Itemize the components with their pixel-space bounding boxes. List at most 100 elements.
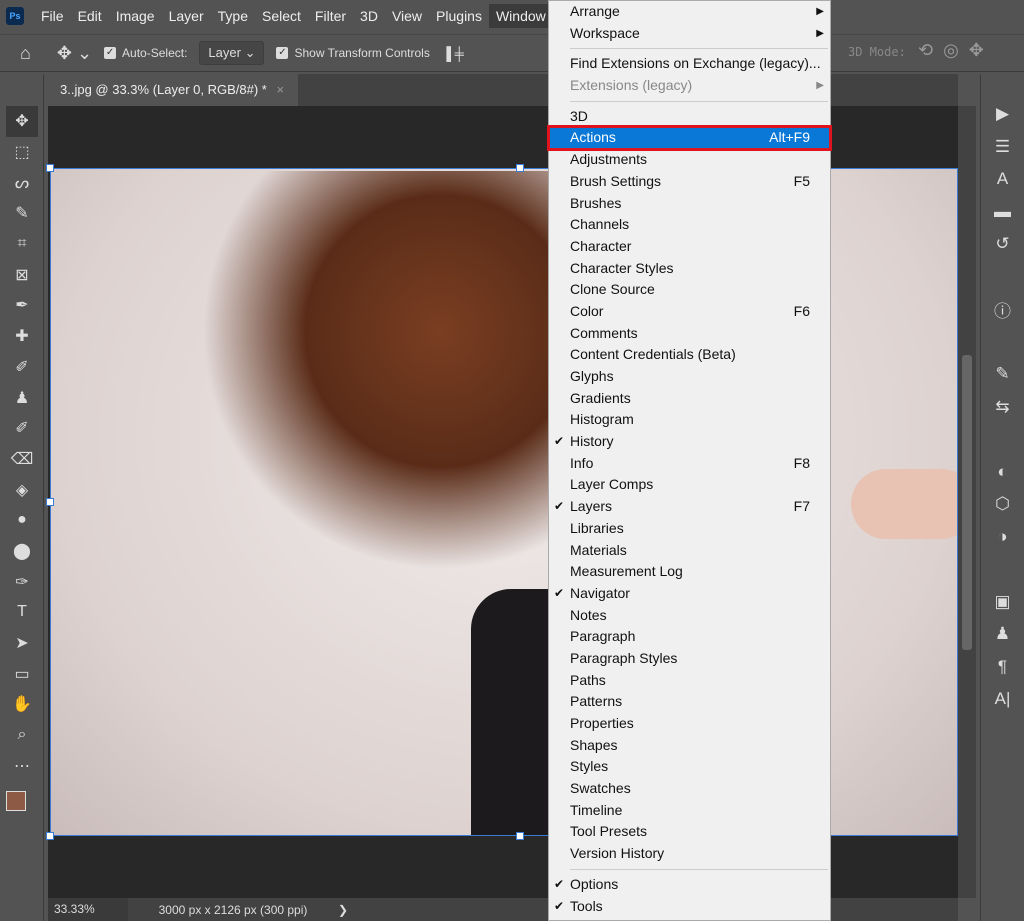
menu-item-color[interactable]: Color F6: [549, 301, 830, 323]
transform-handle[interactable]: [46, 498, 54, 506]
panel-icon-13[interactable]: ◑: [981, 521, 1024, 554]
home-icon[interactable]: ⌂: [20, 43, 31, 64]
menu-item-find-extensions-on-exchange-legacy-[interactable]: Find Extensions on Exchange (legacy)...: [549, 53, 830, 75]
panel-icon-3[interactable]: ▬: [981, 196, 1024, 229]
panel-icon-12[interactable]: ⬡: [981, 488, 1024, 521]
tool-icon-9[interactable]: ♟: [0, 382, 44, 413]
tool-icon-0[interactable]: ✥: [6, 106, 38, 137]
tool-icon-11[interactable]: ⌫: [0, 444, 44, 475]
panel-icon-14[interactable]: [981, 553, 1024, 586]
tool-icon-5[interactable]: ⊠: [0, 259, 44, 290]
tool-icon-17[interactable]: ➤: [0, 628, 44, 659]
menu-item-materials[interactable]: Materials: [549, 540, 830, 562]
panel-icon-9[interactable]: ⇆: [981, 391, 1024, 424]
menu-view[interactable]: View: [385, 4, 429, 28]
menu-type[interactable]: Type: [211, 4, 255, 28]
close-icon[interactable]: ×: [276, 82, 284, 97]
menu-item-navigator[interactable]: ✔ Navigator: [549, 583, 830, 605]
transform-handle[interactable]: [516, 832, 524, 840]
menu-item-brushes[interactable]: Brushes: [549, 193, 830, 215]
panel-icon-2[interactable]: A: [981, 163, 1024, 196]
menu-item-channels[interactable]: Channels: [549, 214, 830, 236]
align-icon[interactable]: ▐ ╪: [442, 46, 464, 61]
menu-item-measurement-log[interactable]: Measurement Log: [549, 561, 830, 583]
panel-icon-10[interactable]: [981, 423, 1024, 456]
panel-icon-16[interactable]: ♟: [981, 618, 1024, 651]
menu-layer[interactable]: Layer: [162, 4, 211, 28]
panel-icon-7[interactable]: [981, 326, 1024, 359]
panel-icon-8[interactable]: ✎: [981, 358, 1024, 391]
tool-icon-1[interactable]: ⬚: [0, 137, 44, 168]
menu-image[interactable]: Image: [109, 4, 162, 28]
menu-item-gradients[interactable]: Gradients: [549, 388, 830, 410]
menu-item-notes[interactable]: Notes: [549, 605, 830, 627]
menu-item-character[interactable]: Character: [549, 236, 830, 258]
menu-item-histogram[interactable]: Histogram: [549, 409, 830, 431]
tool-icon-4[interactable]: ⌗: [0, 229, 44, 260]
tool-icon-10[interactable]: ✐: [0, 413, 44, 444]
menu-item-layers[interactable]: ✔ Layers F7: [549, 496, 830, 518]
menu-item-layer-comps[interactable]: Layer Comps: [549, 474, 830, 496]
zoom-level[interactable]: 33.33%: [48, 898, 128, 921]
panel-icon-15[interactable]: ▣: [981, 586, 1024, 619]
menu-3d[interactable]: 3D: [353, 4, 385, 28]
menu-item-options[interactable]: ✔ Options: [549, 874, 830, 896]
tool-icon-16[interactable]: T: [0, 597, 44, 628]
menu-plugins[interactable]: Plugins: [429, 4, 489, 28]
show-transform-checkbox[interactable]: ✓ Show Transform Controls: [276, 46, 430, 60]
auto-select-checkbox[interactable]: ✓ Auto-Select:: [104, 46, 187, 60]
panel-icon-4[interactable]: ↺: [981, 228, 1024, 261]
menu-edit[interactable]: Edit: [71, 4, 109, 28]
tool-icon-12[interactable]: ◈: [0, 474, 44, 505]
panel-icon-1[interactable]: ☰: [981, 131, 1024, 164]
tool-icon-8[interactable]: ✐: [0, 352, 44, 383]
menu-window[interactable]: Window: [488, 4, 553, 28]
menu-item-shapes[interactable]: Shapes: [549, 735, 830, 757]
menu-item-swatches[interactable]: Swatches: [549, 778, 830, 800]
move-tool-icon[interactable]: ✥ ⌄: [57, 43, 92, 64]
menu-item-clone-source[interactable]: Clone Source: [549, 279, 830, 301]
menu-item-arrange[interactable]: Arrange ▶: [549, 1, 830, 23]
menu-item-paragraph-styles[interactable]: Paragraph Styles: [549, 648, 830, 670]
menu-item-3d[interactable]: 3D: [549, 106, 830, 128]
menu-item-paragraph[interactable]: Paragraph: [549, 626, 830, 648]
menu-filter[interactable]: Filter: [308, 4, 353, 28]
foreground-color-swatch[interactable]: [6, 791, 26, 812]
tool-icon-14[interactable]: ⬤: [0, 536, 44, 567]
menu-item-patterns[interactable]: Patterns: [549, 691, 830, 713]
menu-item-paths[interactable]: Paths: [549, 670, 830, 692]
menu-item-brush-settings[interactable]: Brush Settings F5: [549, 171, 830, 193]
transform-handle[interactable]: [46, 832, 54, 840]
panel-icon-17[interactable]: ¶: [981, 651, 1024, 684]
document-tab[interactable]: 3..jpg @ 33.3% (Layer 0, RGB/8#) * ×: [48, 74, 298, 106]
tool-icon-2[interactable]: ᔕ: [0, 167, 44, 198]
tool-icon-13[interactable]: ●: [0, 505, 44, 536]
menu-item-timeline[interactable]: Timeline: [549, 800, 830, 822]
status-menu-arrow[interactable]: ❯: [338, 903, 348, 917]
menu-select[interactable]: Select: [255, 4, 308, 28]
tool-icon-20[interactable]: ⌕: [0, 720, 44, 751]
menu-item-libraries[interactable]: Libraries: [549, 518, 830, 540]
panel-icon-11[interactable]: ◐: [981, 456, 1024, 489]
menu-item-content-credentials-beta-[interactable]: Content Credentials (Beta): [549, 344, 830, 366]
transform-handle[interactable]: [516, 164, 524, 172]
menu-item-history[interactable]: ✔ History: [549, 431, 830, 453]
menu-item-tools[interactable]: ✔ Tools: [549, 896, 830, 918]
menu-item-properties[interactable]: Properties: [549, 713, 830, 735]
tool-icon-6[interactable]: ✒: [0, 290, 44, 321]
panel-icon-5[interactable]: [981, 261, 1024, 294]
tool-icon-21[interactable]: ⋯: [0, 750, 44, 781]
layer-dropdown[interactable]: Layer ⌄: [199, 41, 265, 65]
menu-item-version-history[interactable]: Version History: [549, 843, 830, 865]
tool-icon-18[interactable]: ▭: [0, 658, 44, 689]
tool-icon-7[interactable]: ✚: [0, 321, 44, 352]
menu-item-comments[interactable]: Comments: [549, 323, 830, 345]
menu-item-adjustments[interactable]: Adjustments: [549, 149, 830, 171]
3d-mode-icons[interactable]: ⟲◎✥: [918, 40, 994, 61]
menu-item-styles[interactable]: Styles: [549, 756, 830, 778]
menu-item-extensions-legacy-[interactable]: Extensions (legacy) ▶: [549, 75, 830, 97]
menu-item-actions[interactable]: Actions Alt+F9: [547, 125, 832, 152]
menu-item-info[interactable]: Info F8: [549, 453, 830, 475]
tool-icon-19[interactable]: ✋: [0, 689, 44, 720]
menu-item-tool-presets[interactable]: Tool Presets: [549, 821, 830, 843]
